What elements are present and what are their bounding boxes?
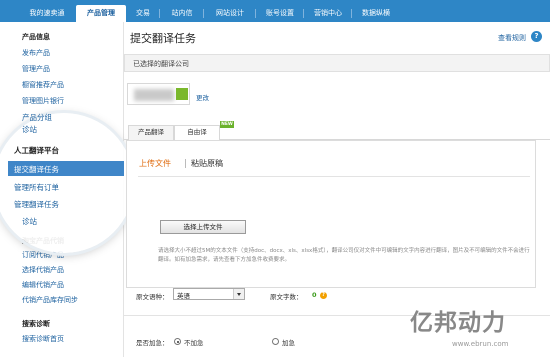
sidebar-item-showcase-products[interactable]: 橱窗推荐产品 [22, 80, 64, 90]
choose-file-button[interactable]: 选择上传文件 [160, 220, 246, 234]
sidebar-section-product-info: 产品信息 [22, 33, 50, 41]
watermark-url: www.ebrun.com [452, 340, 509, 348]
nav-tab-marketing[interactable]: 营销中心 [306, 5, 350, 22]
chevron-down-icon [233, 289, 244, 299]
urgent-label: 是否加急： [136, 339, 169, 347]
upload-file-tab[interactable]: 上传文件 [139, 158, 171, 169]
word-count-value: 0 [312, 291, 317, 299]
sidebar-section-translation-platform: 人工翻译平台 [14, 146, 59, 155]
blurred-logo-text [134, 89, 174, 101]
sidebar-item-image-bank[interactable]: 管理图片银行 [22, 96, 64, 106]
watermark-brand: 亿邦动力 [410, 310, 506, 336]
sidebar-item-submit-translation[interactable]: 提交翻译任务 [14, 164, 59, 175]
help-icon[interactable]: ? [531, 31, 542, 42]
question-icon[interactable]: ? [320, 292, 327, 299]
source-language-select[interactable]: 英语 [173, 288, 245, 300]
nav-tab-messages[interactable]: 站内信 [162, 5, 202, 22]
sidebar-item-diagnose-2[interactable]: 诊站 [22, 216, 37, 227]
new-badge: NEW [220, 121, 234, 128]
change-company-link[interactable]: 更改 [196, 92, 209, 102]
tab-free-translation[interactable]: 自由译 [174, 125, 220, 141]
sidebar-item-publish-product[interactable]: 发布产品 [22, 48, 50, 58]
nav-tab-trade[interactable]: 交易 [128, 5, 158, 22]
view-rules-link[interactable]: 查看规则 [498, 33, 526, 43]
sidebar-item-diagnose[interactable]: 诊站 [22, 124, 37, 135]
sidebar-item-manage-orders[interactable]: 管理所有订单 [14, 182, 59, 193]
urgent-option-label: 加急 [282, 339, 295, 347]
task-type-tabs: 产品翻译 自由译 [124, 125, 550, 141]
upload-area: 选择上传文件 请选择大小不超过5M的文本文件（支持doc、docx、xls、xl… [138, 176, 530, 285]
company-logo [127, 83, 190, 105]
nav-tab-my-aliexpress[interactable]: 我的速卖通 [22, 5, 72, 22]
nav-tab-products[interactable]: 产品管理 [76, 5, 126, 22]
not-urgent-radio[interactable] [174, 338, 181, 345]
not-urgent-label: 不加急 [184, 339, 204, 347]
urgent-radio[interactable] [272, 338, 279, 345]
sidebar-item-search-diagnosis-home[interactable]: 搜索诊断首页 [22, 334, 64, 344]
logo-mark-icon [176, 88, 188, 100]
nav-divider [303, 9, 304, 18]
source-language-label: 原文语种： [136, 293, 169, 301]
sidebar-item-edit-resale[interactable]: 编辑代销产品 [22, 280, 64, 290]
tab-product-translation[interactable]: 产品翻译 [128, 125, 174, 140]
selected-company-bar: 已选择的翻译公司 [124, 54, 550, 72]
word-count-label: 原文字数： [270, 293, 303, 301]
sidebar-section-search-diagnosis: 搜索诊断 [22, 320, 50, 328]
sidebar-item-manage-translation-tasks[interactable]: 管理翻译任务 [14, 199, 59, 210]
nav-divider [255, 9, 256, 18]
upload-hint-text: 请选择大小不超过5M的文本文件（支持doc、docx、xls、xlsx格式），翻… [158, 248, 530, 263]
nav-tab-account-settings[interactable]: 账号设置 [258, 5, 302, 22]
sidebar-item-resale-stock-sync[interactable]: 代销产品库存同步 [22, 295, 78, 305]
nav-tab-site-design[interactable]: 网站设计 [206, 5, 254, 22]
source-language-value: 英语 [177, 292, 190, 300]
selected-company-label: 已选择的翻译公司 [133, 60, 189, 68]
paste-text-tab[interactable]: 粘贴原稿 [191, 158, 223, 169]
nav-divider [159, 9, 160, 18]
tab-divider [185, 159, 186, 168]
sidebar-item-select-resale[interactable]: 选择代销产品 [22, 265, 64, 275]
nav-divider [203, 9, 204, 18]
upload-panel: 上传文件 粘贴原稿 选择上传文件 请选择大小不超过5M的文本文件（支持doc、d… [126, 140, 536, 288]
sidebar-item-manage-products[interactable]: 管理产品 [22, 64, 50, 74]
nav-tab-data[interactable]: 数据纵横 [354, 5, 398, 22]
top-nav: 我的速卖通 产品管理 交易 站内信 网站设计 账号设置 营销中心 数据纵横 [0, 0, 550, 22]
nav-divider [351, 9, 352, 18]
sidebar-item-product-groups[interactable]: 产品分组 [22, 112, 52, 123]
page-title: 提交翻译任务 [130, 32, 196, 45]
